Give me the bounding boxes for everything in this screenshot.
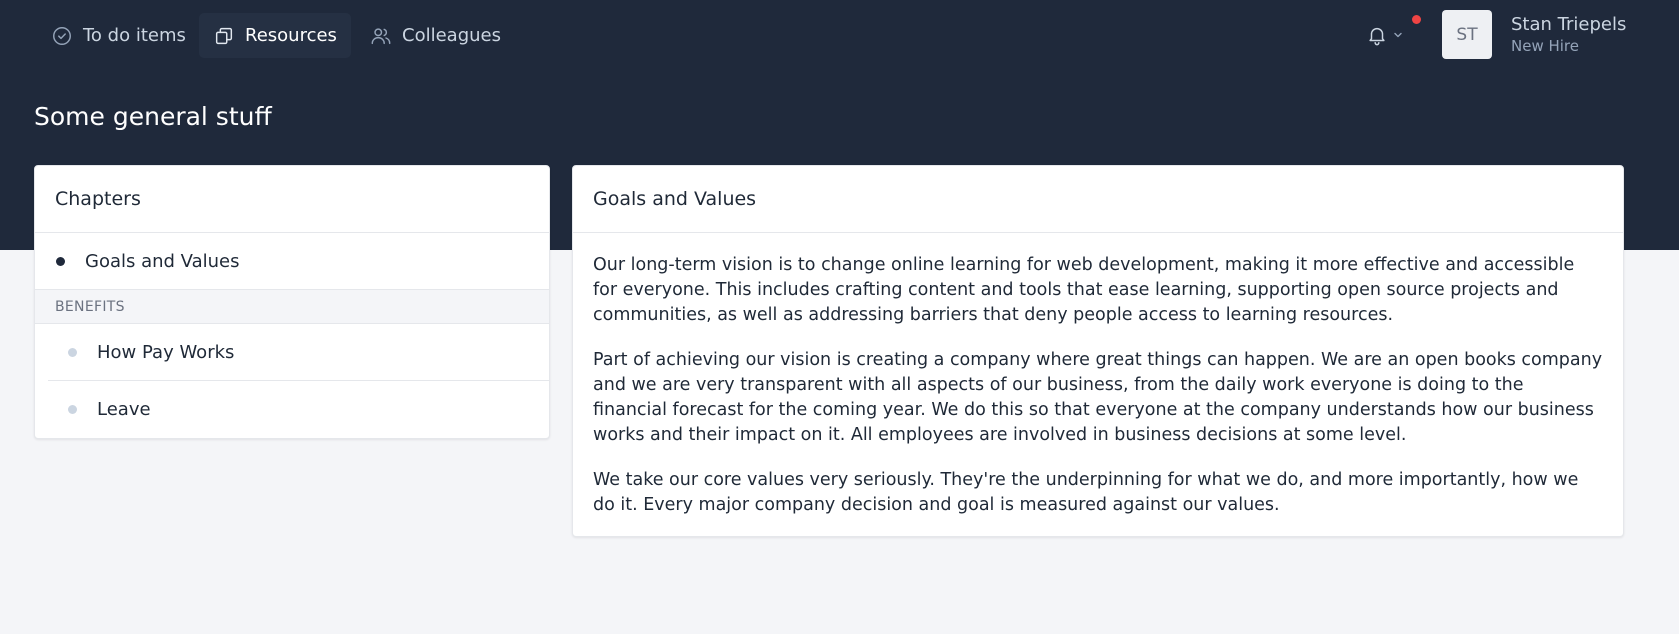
nav-item-colleagues[interactable]: Colleagues	[356, 13, 515, 58]
nav-item-label: Colleagues	[402, 25, 501, 46]
notification-dot	[1412, 15, 1421, 24]
chapter-item-goals-and-values[interactable]: Goals and Values	[35, 233, 549, 289]
top-nav: To do items Resources Colleagues ST Stan…	[0, 0, 1679, 70]
nav-item-resources[interactable]: Resources	[199, 13, 351, 58]
documents-icon	[215, 27, 233, 44]
content-paragraph: Our long-term vision is to change online…	[593, 255, 1575, 325]
nav-item-todo[interactable]: To do items	[37, 13, 200, 58]
bell-icon	[1369, 27, 1385, 46]
chapter-label: How Pay Works	[97, 341, 235, 363]
bullet-icon	[68, 405, 77, 414]
avatar[interactable]: ST	[1442, 10, 1492, 59]
nav-item-label: To do items	[83, 25, 186, 46]
chevron-down-icon	[1394, 32, 1402, 38]
user-role: New Hire	[1511, 37, 1579, 55]
chapters-header: Chapters	[35, 166, 549, 233]
notifications-button[interactable]	[1366, 15, 1421, 48]
page-title: Some general stuff	[34, 102, 272, 131]
active-bullet-icon	[56, 256, 65, 266]
content-paragraph: Part of achieving our vision is creating…	[593, 350, 1603, 445]
nav-item-label: Resources	[245, 25, 337, 46]
content-paragraph: We take our core values very seriously. …	[593, 470, 1579, 515]
content-panel: Goals and Values Our long-term vision is…	[572, 165, 1624, 537]
content-title: Goals and Values	[573, 166, 1623, 233]
avatar-initials: ST	[1456, 24, 1478, 45]
chapter-item-how-pay-works[interactable]: How Pay Works	[35, 324, 549, 380]
user-name: Stan Triepels	[1511, 14, 1627, 35]
chapter-item-leave[interactable]: Leave	[35, 381, 549, 438]
check-circle-icon	[53, 26, 71, 45]
chapter-label: Leave	[97, 399, 151, 420]
bullet-icon	[68, 347, 77, 357]
chapters-panel: Chapters Goals and Values BENEFITS How P…	[34, 165, 550, 439]
chapter-label: Goals and Values	[85, 250, 240, 272]
users-icon	[371, 27, 391, 44]
section-label-benefits: BENEFITS	[35, 289, 549, 324]
content-body: Our long-term vision is to change online…	[573, 233, 1623, 558]
